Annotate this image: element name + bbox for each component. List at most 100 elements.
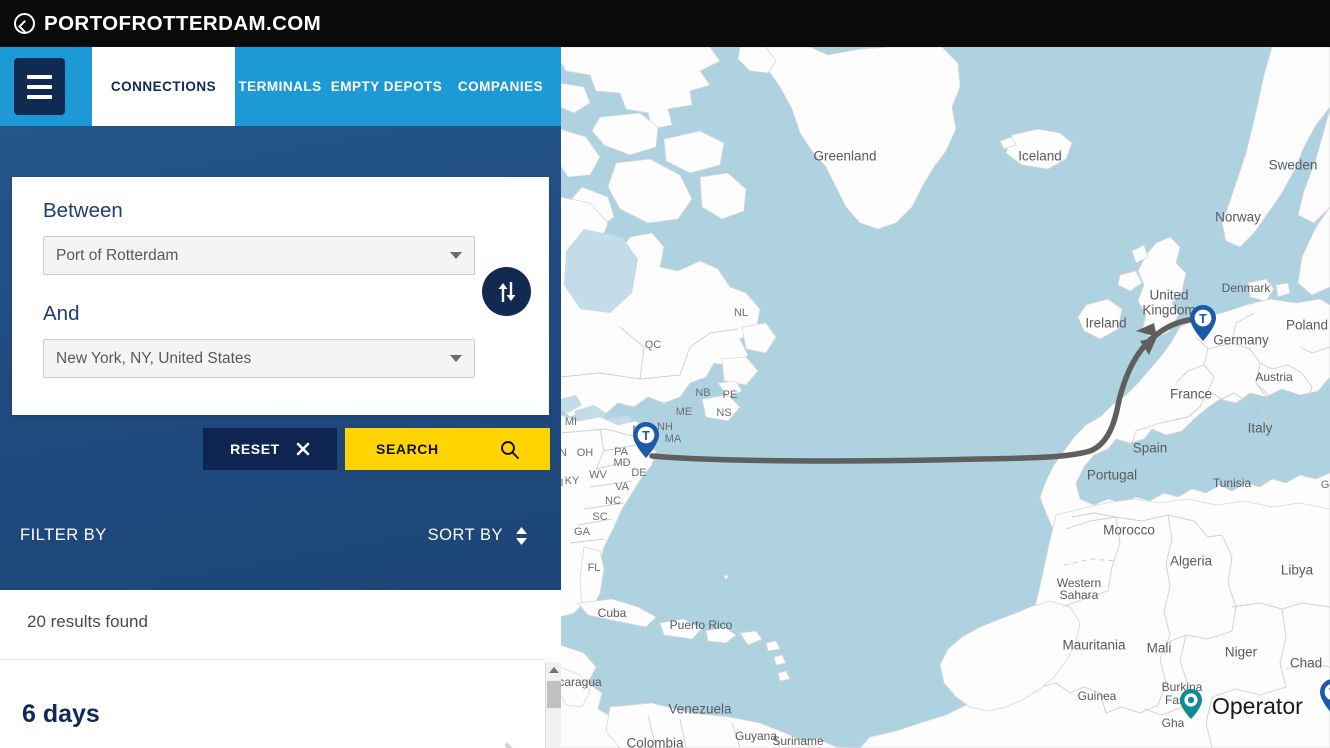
svg-text:OH: OH <box>577 447 594 459</box>
map-legend-operator[interactable]: Operator <box>1180 689 1303 724</box>
svg-text:Libya: Libya <box>1281 563 1314 578</box>
svg-text:United: United <box>1149 288 1188 303</box>
and-label: And <box>43 302 80 325</box>
svg-text:SC: SC <box>592 511 607 523</box>
svg-text:Niger: Niger <box>1225 645 1258 660</box>
svg-text:Mali: Mali <box>1147 641 1172 656</box>
reset-button-label: RESET <box>230 441 280 457</box>
svg-text:Ireland: Ireland <box>1085 316 1126 331</box>
destination-select[interactable]: New York, NY, United States <box>43 339 475 378</box>
svg-text:KY: KY <box>565 475 580 487</box>
svg-text:Algeria: Algeria <box>1170 554 1213 569</box>
svg-text:Sahara: Sahara <box>1060 588 1099 602</box>
origin-select-value: Port of Rotterdam <box>56 246 179 264</box>
svg-text:Morocco: Morocco <box>1103 523 1155 538</box>
nav-tabstrip: CONNECTIONS TERMINALS EMPTY DEPOTS COMPA… <box>0 47 561 126</box>
svg-text:NH: NH <box>657 421 673 433</box>
result-expand-button[interactable] <box>503 742 525 748</box>
scrollbar-thumb[interactable] <box>547 681 561 708</box>
filter-by-button[interactable]: FILTER BY <box>20 526 107 545</box>
svg-text:Norway: Norway <box>1215 210 1261 225</box>
svg-text:France: France <box>1170 387 1212 402</box>
svg-text:GA: GA <box>574 526 591 538</box>
svg-text:FL: FL <box>588 562 601 574</box>
svg-text:Denmark: Denmark <box>1222 281 1272 295</box>
search-form-card: Between Port of Rotterdam And New York, … <box>12 177 549 415</box>
svg-text:NC: NC <box>605 495 621 507</box>
svg-text:NS: NS <box>716 407 731 419</box>
results-count: 20 results found <box>27 612 148 631</box>
chevron-right-icon <box>504 742 513 748</box>
terminal-marker-rotterdam[interactable]: T <box>1190 305 1216 341</box>
close-x-icon <box>296 442 310 456</box>
map-legend-terminal-pin[interactable]: T <box>1320 679 1330 720</box>
result-card[interactable]: 6 days MULTIPLE OPERATORS ETD: 01-05- <box>0 660 545 748</box>
tab-terminals[interactable]: TERMINALS <box>235 47 325 126</box>
svg-text:Mauritania: Mauritania <box>1062 638 1126 653</box>
svg-text:VA: VA <box>615 481 630 493</box>
sort-by-button[interactable]: SORT BY <box>428 526 528 545</box>
results-panel: 20 results found 6 days MULT <box>0 590 561 748</box>
filter-sort-bar: FILTER BY SORT BY <box>0 490 561 590</box>
map-legend-operator-label: Operator <box>1212 693 1303 719</box>
svg-text:Kingdom: Kingdom <box>1142 303 1195 318</box>
svg-text:Colombia: Colombia <box>626 736 684 748</box>
svg-text:QC: QC <box>645 339 662 351</box>
svg-text:Cuba: Cuba <box>598 606 627 620</box>
svg-text:Iceland: Iceland <box>1018 149 1062 164</box>
svg-text:NB: NB <box>695 387 710 399</box>
origin-select[interactable]: Port of Rotterdam <box>43 236 475 275</box>
svg-text:Guinea: Guinea <box>1078 689 1117 703</box>
between-label: Between <box>43 199 123 222</box>
tab-companies[interactable]: COMPANIES <box>448 47 553 126</box>
swap-origin-destination-button[interactable] <box>482 267 531 316</box>
search-button-label: SEARCH <box>376 441 439 457</box>
svg-text:PE: PE <box>723 389 738 401</box>
svg-text:Guyana: Guyana <box>735 729 777 743</box>
operator-pin-icon <box>1180 689 1202 724</box>
svg-text:Gre: Gre <box>1321 479 1330 491</box>
svg-text:Germany: Germany <box>1213 333 1269 348</box>
terminal-marker-new-york[interactable]: T <box>633 422 659 458</box>
search-button[interactable]: SEARCH <box>345 428 550 470</box>
result-duration: 6 days <box>22 700 100 728</box>
svg-text:T: T <box>1199 312 1207 326</box>
top-header-bar: PORTOFROTTERDAM.COM <box>0 0 1330 47</box>
map-canvas[interactable]: Greenland Iceland Sweden Norway Denmark … <box>560 47 1330 748</box>
svg-text:ME: ME <box>676 406 693 418</box>
left-search-panel: CONNECTIONS TERMINALS EMPTY DEPOTS COMPA… <box>0 47 561 748</box>
app-root: PORTOFROTTERDAM.COM Greenland Iceland Sw… <box>0 0 1330 748</box>
hamburger-menu-icon[interactable] <box>14 58 65 115</box>
svg-text:Spain: Spain <box>1133 441 1168 456</box>
reset-button[interactable]: RESET <box>203 428 337 470</box>
results-scrollbar[interactable] <box>545 662 561 748</box>
svg-text:MI: MI <box>565 416 577 428</box>
svg-text:NL: NL <box>734 307 748 319</box>
svg-text:Portugal: Portugal <box>1087 468 1137 483</box>
svg-text:Venezuela: Venezuela <box>668 702 732 717</box>
chevron-down-icon <box>450 252 462 259</box>
sort-updown-icon <box>516 526 527 545</box>
tab-empty-depots[interactable]: EMPTY DEPOTS <box>325 47 448 126</box>
map-vector-layer: Greenland Iceland Sweden Norway Denmark … <box>560 47 1330 748</box>
svg-text:DE: DE <box>631 467 646 479</box>
magnifier-icon <box>501 440 519 459</box>
circle-back-arrow-icon[interactable] <box>14 13 35 34</box>
chevron-down-icon <box>450 355 462 362</box>
svg-text:MD: MD <box>613 457 630 469</box>
svg-text:WV: WV <box>589 469 607 481</box>
scroll-up-arrow-icon[interactable] <box>546 662 561 678</box>
svg-text:Puerto Rico: Puerto Rico <box>670 618 733 632</box>
svg-text:Greenland: Greenland <box>813 149 876 164</box>
svg-text:Italy: Italy <box>1248 421 1273 436</box>
svg-text:caragua: caragua <box>560 675 602 689</box>
svg-text:N: N <box>560 447 567 459</box>
tab-connections[interactable]: CONNECTIONS <box>92 47 235 126</box>
svg-text:Chad: Chad <box>1290 656 1322 671</box>
svg-text:T: T <box>642 429 650 443</box>
swap-up-down-arrows-icon <box>498 281 515 302</box>
svg-text:Tunisia: Tunisia <box>1213 476 1252 490</box>
svg-text:MA: MA <box>665 433 682 445</box>
brand-title: PORTOFROTTERDAM.COM <box>44 11 322 35</box>
sort-by-label: SORT BY <box>427 526 503 544</box>
